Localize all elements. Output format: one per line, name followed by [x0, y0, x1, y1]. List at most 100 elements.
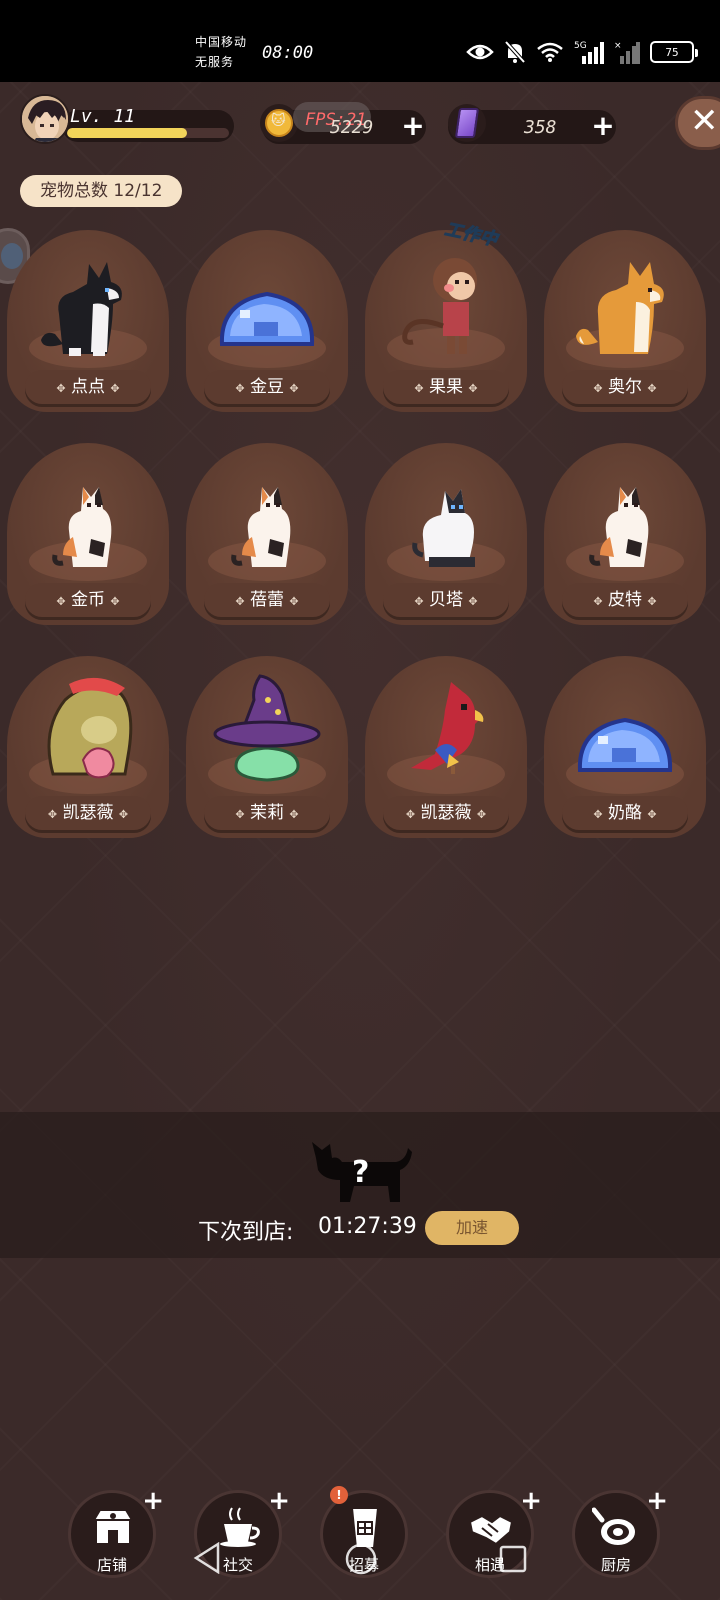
pet-card[interactable]: ✥ 果果 ✥ 工作中 [365, 219, 527, 414]
ornament-icon: ✥ [110, 595, 120, 608]
wifi-icon [537, 42, 563, 62]
ornament-icon: ✥ [647, 382, 657, 395]
pet-card[interactable]: ✥ 奥尔 ✥ [544, 230, 706, 414]
pet-name-plate: ✥ 点点 ✥ [25, 370, 151, 404]
pet-name: 点点 [71, 377, 105, 397]
ornament-icon: ✥ [118, 808, 129, 821]
calico-cat-sprite-icon [33, 457, 143, 575]
pet-name: 奥尔 [608, 377, 642, 397]
nav-label: 店铺 [96, 1556, 127, 1574]
ornament-icon: ✥ [110, 382, 120, 395]
pet-name-plate: ✥ 奶酪 ✥ [562, 796, 688, 830]
system-home-icon[interactable] [344, 1542, 378, 1576]
pet-name-plate: ✥ 凯瑟薇 ✥ [383, 796, 509, 830]
svg-text:?: ? [352, 1155, 369, 1190]
shiba-sprite-icon [570, 244, 680, 362]
battery-icon: 75 [650, 41, 698, 63]
ornament-icon: ✥ [235, 382, 245, 395]
nav-plus-icon: + [142, 1486, 164, 1516]
pet-name-plate: ✥ 凯瑟薇 ✥ [25, 796, 151, 830]
ornament-icon: ✥ [289, 382, 299, 395]
nav-plus-icon: + [268, 1486, 290, 1516]
monkey-sprite-icon [391, 244, 501, 362]
ornament-icon: ✥ [593, 808, 603, 821]
mystery-pet-silhouette-icon: ? [312, 1142, 412, 1202]
pet-card[interactable]: ✥ 凯瑟薇 ✥ [7, 656, 169, 840]
shop-icon [92, 1509, 134, 1545]
next-arrival-label: 下次到店: [198, 1220, 294, 1245]
ornament-icon: ✥ [289, 595, 299, 608]
carrier-info: 中国移动 无服务 [195, 32, 247, 72]
hooded-creature-sprite-icon [33, 670, 143, 788]
pet-card[interactable]: ✥ 金豆 ✥ [186, 230, 348, 414]
pet-card[interactable]: ✥ 蓓蕾 ✥ [186, 443, 348, 627]
ornament-icon: ✥ [647, 595, 657, 608]
pet-card[interactable]: ✥ 贝塔 ✥ [365, 443, 527, 627]
ornament-icon: ✥ [593, 595, 603, 608]
pet-card[interactable]: ✥ 皮特 ✥ [544, 443, 706, 627]
svg-text:5G: 5G [574, 41, 587, 51]
svg-text:×: × [614, 41, 622, 51]
witch-hat-slime-sprite-icon [212, 670, 322, 788]
nav-plus-icon: + [520, 1486, 542, 1516]
ornament-icon: ✥ [414, 382, 424, 395]
pet-name: 凯瑟薇 [62, 803, 114, 823]
gem-icon [448, 104, 486, 142]
status-bar: 中国移动 无服务 08:00 5G × 75 [0, 0, 720, 82]
add-coins-button[interactable]: + [400, 112, 426, 140]
battery-level: 75 [665, 45, 679, 59]
gem-balance: 358 [524, 117, 557, 138]
ornament-icon: ✥ [56, 595, 66, 608]
nav-kitchen[interactable]: + 厨房 [568, 1486, 668, 1582]
pet-card[interactable]: ✥ 凯瑟薇 ✥ [365, 656, 527, 840]
ornament-icon: ✥ [289, 808, 299, 821]
pet-name: 金币 [71, 590, 105, 610]
pet-name: 果果 [429, 377, 463, 397]
next-arrival-countdown: 01:27:39 [318, 1214, 417, 1239]
ornament-icon: ✥ [414, 595, 424, 608]
signal-x-icon: × [614, 41, 640, 64]
blue-slime-sprite-icon [570, 670, 680, 788]
pet-card[interactable]: ✥ 茉莉 ✥ [186, 656, 348, 840]
avatar[interactable] [20, 94, 70, 144]
pet-card[interactable]: ✥ 点点 ✥ [7, 230, 169, 414]
close-button[interactable]: ✕ [675, 96, 720, 150]
speed-up-button[interactable]: 加速 [425, 1211, 519, 1245]
system-recents-icon[interactable] [498, 1544, 528, 1574]
ornament-icon: ✥ [56, 382, 66, 395]
coin-balance: 5229 [330, 117, 374, 138]
system-back-icon[interactable] [192, 1542, 222, 1574]
pet-name-plate: ✥ 皮特 ✥ [562, 583, 688, 617]
calico-cat-sprite-icon [212, 457, 322, 575]
xp-bar-fill [67, 128, 187, 138]
add-gems-button[interactable]: + [590, 112, 616, 140]
ornament-icon: ✥ [468, 595, 478, 608]
mute-bell-icon [504, 40, 526, 64]
carrier-name: 中国移动 [195, 35, 248, 49]
pet-name-plate: ✥ 茉莉 ✥ [204, 796, 330, 830]
red-parrot-sprite-icon [391, 670, 501, 788]
blue-slime-sprite-icon [212, 244, 322, 362]
notification-badge: ! [330, 1486, 348, 1504]
pet-name: 贝塔 [429, 590, 463, 610]
pet-name: 皮特 [608, 590, 642, 610]
white-cat-sprite-icon [391, 457, 501, 575]
ornament-icon: ✥ [476, 808, 487, 821]
nav-plus-icon: + [646, 1486, 668, 1516]
pet-name-plate: ✥ 贝塔 ✥ [383, 583, 509, 617]
pet-name: 奶酪 [608, 803, 642, 823]
close-icon: ✕ [690, 101, 719, 141]
pet-name: 凯瑟薇 [420, 803, 472, 823]
ornament-icon: ✥ [593, 382, 603, 395]
eye-icon [466, 44, 494, 60]
nav-shop[interactable]: + 店铺 [64, 1486, 164, 1582]
coin-icon [260, 104, 298, 142]
signal-icon: 5G [574, 41, 604, 64]
pet-card[interactable]: ✥ 奶酪 ✥ [544, 656, 706, 840]
calico-cat-sprite-icon [570, 457, 680, 575]
pet-count-badge: 宠物总数 12/12 [20, 175, 183, 207]
pet-name-plate: ✥ 奥尔 ✥ [562, 370, 688, 404]
player-portrait-icon [22, 96, 68, 142]
pet-card[interactable]: ✥ 金币 ✥ [7, 443, 169, 627]
pet-name-plate: ✥ 金币 ✥ [25, 583, 151, 617]
